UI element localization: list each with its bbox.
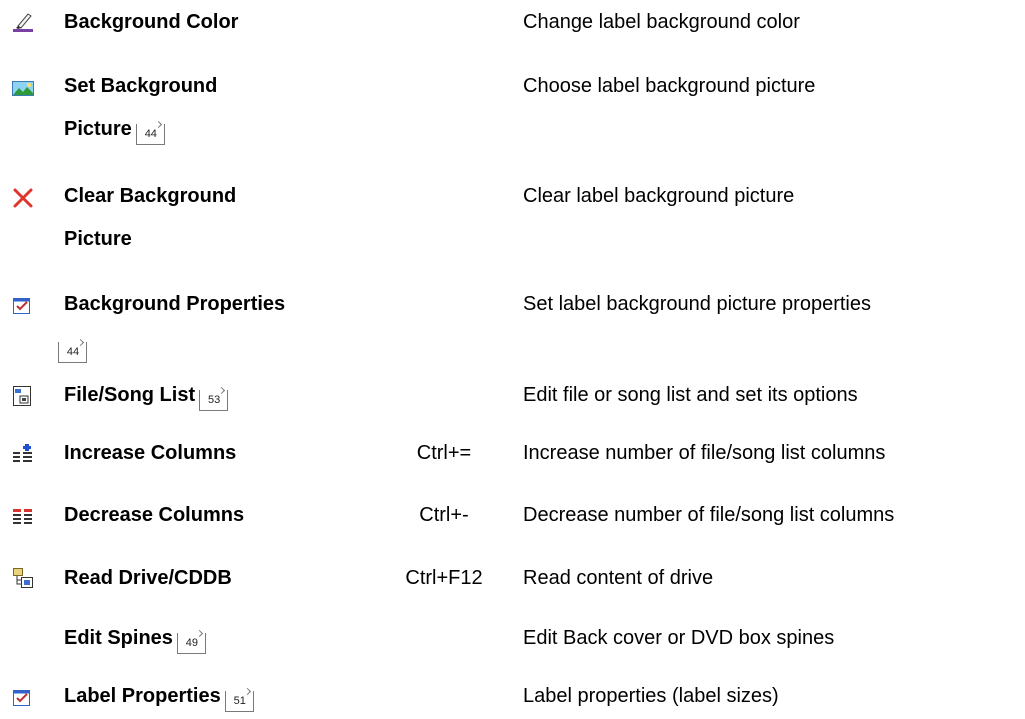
command-description: Edit file or song list and set its optio…	[523, 384, 858, 406]
command-name: Background Color	[64, 11, 239, 33]
command-description: Label properties (label sizes)	[523, 685, 779, 707]
command-description: Set label background picture properties	[523, 293, 871, 315]
landscape-picture-icon	[12, 79, 34, 101]
file-list-icon	[12, 385, 34, 407]
increase-columns-icon	[12, 443, 34, 465]
page-reference-link[interactable]: 49	[176, 633, 206, 654]
command-description: Clear label background picture	[523, 185, 795, 207]
page-reference-link[interactable]: 44	[135, 124, 165, 145]
command-name: Background Properties 44	[58, 283, 394, 369]
command-description: Read content of drive	[523, 567, 714, 589]
keyboard-shortcut: Ctrl+F12	[405, 567, 483, 589]
command-name: Clear Background Picture	[64, 185, 237, 250]
decrease-columns-icon	[12, 505, 34, 527]
command-name: Decrease Columns	[64, 504, 245, 526]
keyboard-shortcut: Ctrl+-	[419, 504, 469, 526]
command-description: Edit Back cover or DVD box spines	[523, 627, 835, 649]
command-name: Read Drive/CDDB	[64, 567, 232, 589]
properties-checkbox-icon	[12, 295, 34, 317]
command-description: Decrease number of file/song list column…	[523, 504, 895, 526]
page-reference-link[interactable]: 44	[58, 342, 87, 363]
red-x-icon	[12, 187, 34, 209]
paint-brush-icon	[12, 11, 34, 33]
page-reference-link[interactable]: 51	[224, 691, 254, 712]
command-name: Set Background Picture 44	[64, 65, 394, 151]
keyboard-shortcut: Ctrl+=	[416, 442, 472, 464]
page-reference-link[interactable]: 53	[199, 390, 229, 411]
command-name: File/Song List 53	[64, 374, 394, 417]
command-description: Change label background color	[523, 11, 800, 33]
properties-checkbox-icon	[12, 687, 34, 709]
command-name: Label Properties 51	[64, 675, 394, 718]
command-name: Increase Columns	[64, 442, 237, 464]
command-description: Choose label background picture	[523, 75, 816, 97]
command-name: Edit Spines 49	[64, 617, 394, 660]
command-description: Increase number of file/song list column…	[523, 442, 886, 464]
read-drive-icon	[12, 567, 34, 589]
